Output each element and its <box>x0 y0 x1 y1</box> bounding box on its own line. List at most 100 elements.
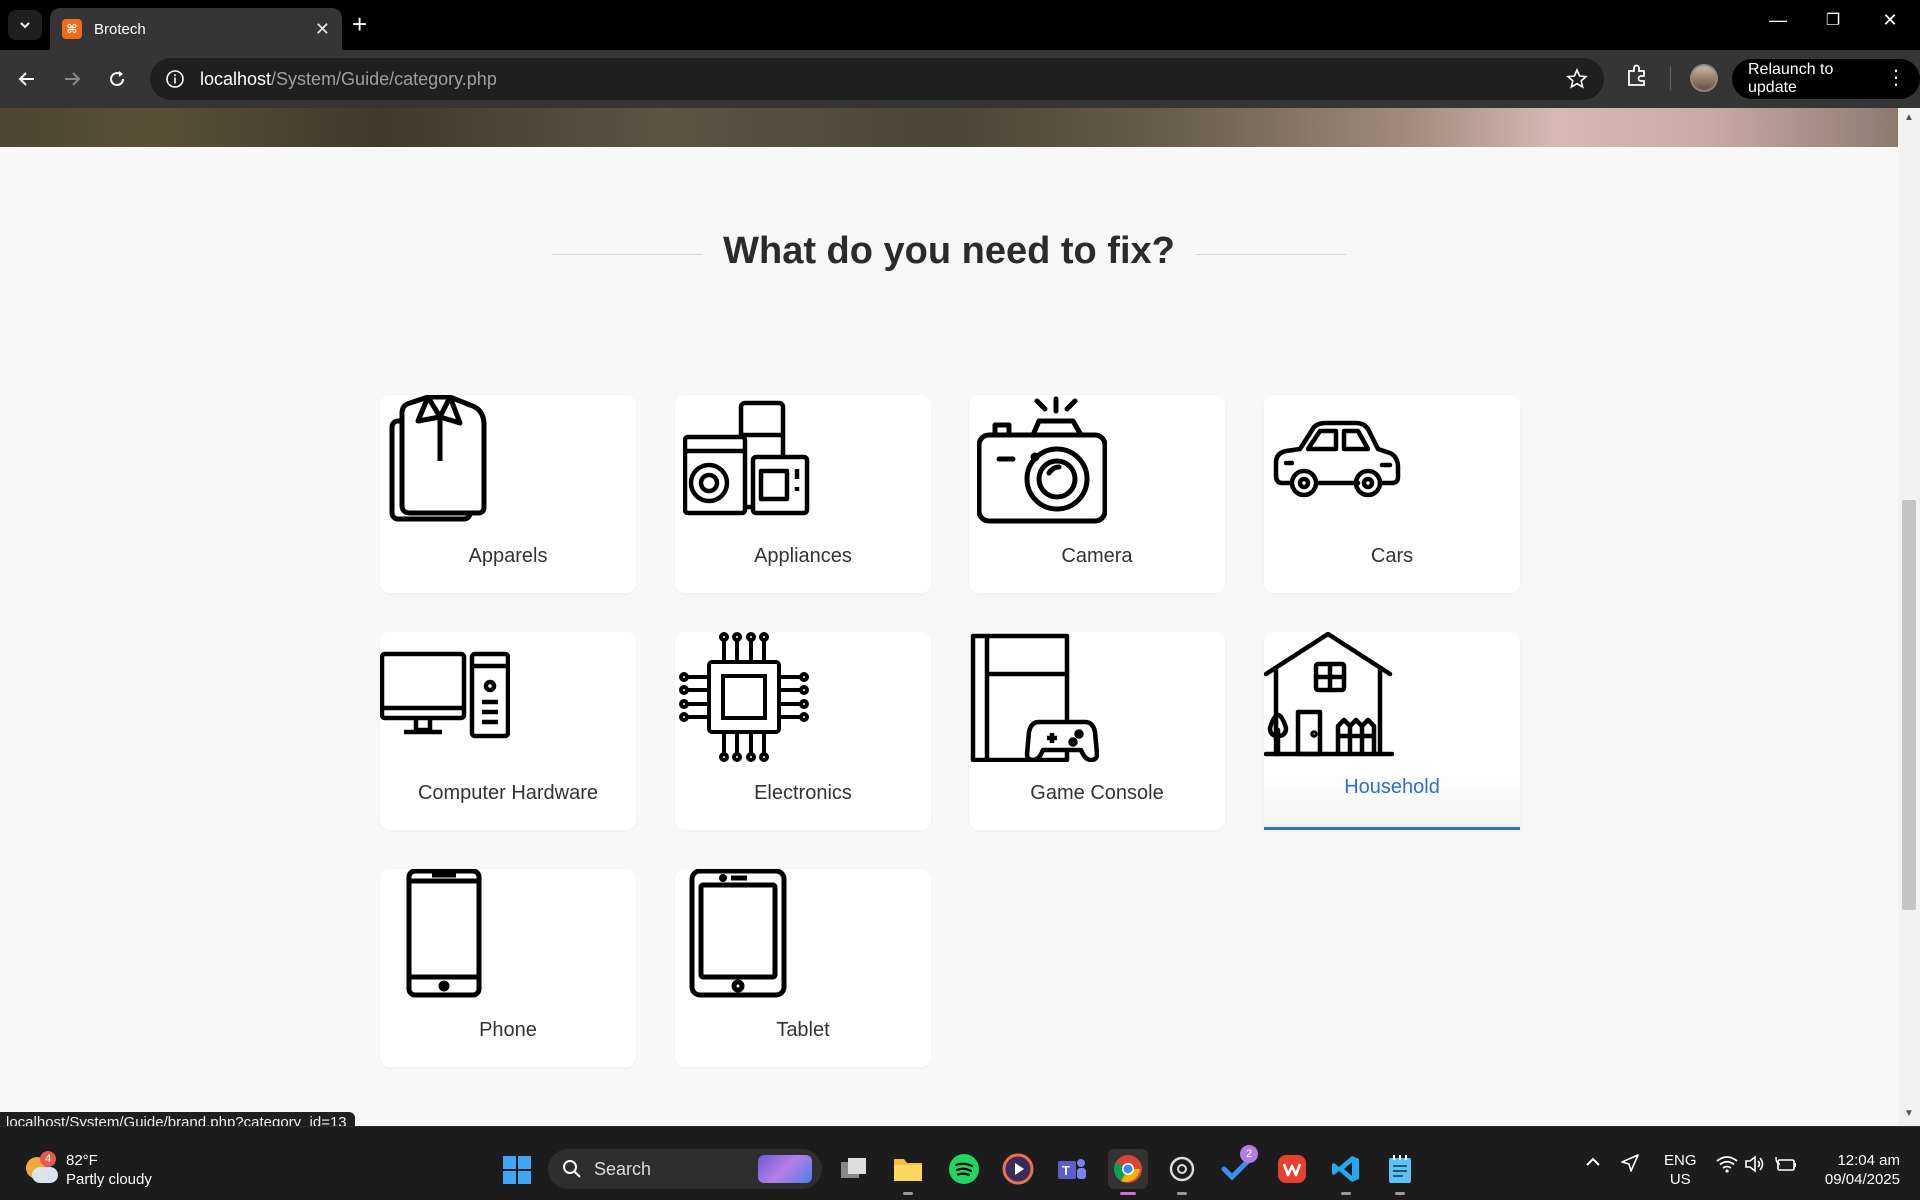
category-card-apparels[interactable]: Apparels <box>380 395 636 593</box>
back-button[interactable] <box>12 64 42 94</box>
arrow-right-icon <box>65 72 81 86</box>
tab-search-button[interactable] <box>8 10 42 40</box>
new-tab-button[interactable]: + <box>352 11 367 37</box>
reload-icon <box>110 71 125 87</box>
category-card-household[interactable]: Household <box>1264 632 1520 830</box>
url-text: localhost/System/Guide/category.php <box>200 69 497 90</box>
category-label: Phone <box>479 1019 537 1041</box>
media-player-app[interactable] <box>998 1149 1038 1189</box>
spotify-app[interactable] <box>944 1149 984 1189</box>
scrollbar-thumb[interactable] <box>1902 500 1916 910</box>
weather-badge: 4 <box>40 1151 56 1167</box>
chatgpt-app[interactable] <box>1162 1149 1202 1195</box>
todo-badge: 2 <box>1240 1145 1258 1163</box>
puzzle-icon <box>1628 64 1645 86</box>
section-heading-wrap: What do you need to fix? <box>0 230 1898 273</box>
browser-tab-active[interactable]: ⌘ Brotech ✕ <box>50 8 342 50</box>
category-label: Tablet <box>776 1019 830 1041</box>
url-path: /System/Guide/category.php <box>271 68 497 89</box>
page-scrollbar[interactable]: ▲ ▼ <box>1898 108 1920 1126</box>
tab-title: Brotech <box>94 20 146 38</box>
system-clock[interactable]: 12:04 am 09/04/2025 <box>1812 1151 1900 1189</box>
close-window-button[interactable]: ✕ <box>1870 10 1910 31</box>
clock-time: 12:04 am <box>1837 1152 1900 1169</box>
address-bar[interactable]: localhost/System/Guide/category.php <box>150 58 1604 100</box>
wps-office-app[interactable] <box>1272 1149 1312 1189</box>
site-info-icon[interactable] <box>164 68 186 90</box>
phone-icon <box>406 869 482 998</box>
desktop-computer-icon <box>380 651 510 739</box>
wps-icon <box>1278 1155 1306 1183</box>
file-explorer-app[interactable] <box>888 1149 928 1195</box>
close-tab-icon[interactable]: ✕ <box>315 19 330 40</box>
category-label: Household <box>1344 776 1440 798</box>
wifi-icon[interactable] <box>1716 1155 1738 1177</box>
volume-icon[interactable] <box>1744 1155 1766 1177</box>
shirt-icon <box>389 395 487 522</box>
category-card-game-console[interactable]: Game Console <box>969 632 1225 830</box>
category-card-tablet[interactable]: Tablet <box>675 869 931 1067</box>
clock-date: 09/04/2025 <box>1824 1171 1900 1188</box>
scroll-up-icon[interactable]: ▲ <box>1904 112 1914 123</box>
bookmark-star-icon[interactable] <box>1566 67 1588 95</box>
category-card-phone[interactable]: Phone <box>380 869 636 1067</box>
start-button[interactable] <box>502 1155 532 1190</box>
section-heading: What do you need to fix? <box>723 230 1175 272</box>
category-label: Electronics <box>754 782 852 804</box>
category-label: Computer Hardware <box>417 782 599 804</box>
browser-tab-bar: ⌘ Brotech ✕ + — ❐ ✕ <box>0 0 1920 50</box>
svg-text:T: T <box>1062 1163 1070 1178</box>
chevron-down-icon <box>20 22 30 29</box>
chip-icon <box>679 632 809 762</box>
category-label: Appliances <box>754 545 852 567</box>
search-label: Search <box>594 1158 652 1179</box>
site-favicon-icon: ⌘ <box>62 19 82 39</box>
restore-button[interactable]: ❐ <box>1813 10 1853 30</box>
location-icon[interactable] <box>1620 1153 1640 1177</box>
windows-logo-icon <box>503 1156 531 1184</box>
notepad-app[interactable] <box>1380 1149 1420 1195</box>
hero-banner-image <box>0 108 1898 147</box>
show-hidden-icons-chevron-icon[interactable] <box>1584 1153 1602 1175</box>
relaunch-label: Relaunch to update <box>1748 61 1834 96</box>
scroll-down-icon[interactable]: ▼ <box>1904 1108 1914 1119</box>
forward-button[interactable] <box>57 64 87 94</box>
chrome-app[interactable] <box>1108 1149 1148 1195</box>
spotify-icon <box>949 1154 979 1184</box>
category-card-cars[interactable]: Cars <box>1264 395 1520 593</box>
url-host: localhost <box>200 68 272 89</box>
category-card-computer-hardware[interactable]: Computer Hardware <box>380 632 636 830</box>
vscode-icon <box>1332 1156 1359 1182</box>
input-language-indicator[interactable]: ENG US <box>1664 1151 1697 1189</box>
task-view-button[interactable] <box>834 1149 874 1189</box>
extensions-button[interactable] <box>1624 63 1650 94</box>
link-status-bar: localhost/System/Guide/brand.php?categor… <box>0 1112 355 1126</box>
category-card-electronics[interactable]: Electronics <box>675 632 931 830</box>
notepad-icon <box>1389 1155 1411 1183</box>
chrome-icon <box>1114 1155 1142 1183</box>
search-highlight-image <box>758 1155 812 1183</box>
partly-cloudy-icon: 4 <box>24 1151 58 1185</box>
category-card-appliances[interactable]: Appliances <box>675 395 931 593</box>
toolbar-divider <box>1670 66 1671 90</box>
taskbar-search-box[interactable]: Search <box>548 1149 822 1189</box>
windows-taskbar: 4 82°F Partly cloudy Search T 2 ENG US 1… <box>0 1126 1920 1200</box>
battery-icon[interactable] <box>1774 1155 1798 1177</box>
vscode-app[interactable] <box>1326 1149 1366 1195</box>
minimize-button[interactable]: — <box>1758 10 1798 31</box>
category-label: Camera <box>1061 545 1133 567</box>
category-label: Apparels <box>468 545 548 567</box>
weather-widget[interactable]: 4 82°F Partly cloudy <box>24 1151 152 1189</box>
teams-app[interactable]: T <box>1052 1149 1092 1189</box>
game-console-icon <box>970 633 1099 762</box>
arrow-left-icon <box>18 72 34 86</box>
reload-button[interactable] <box>102 64 132 94</box>
openai-icon <box>1169 1156 1195 1182</box>
relaunch-update-button[interactable]: Relaunch to update ⋮ <box>1732 59 1920 99</box>
more-menu-icon[interactable]: ⋮ <box>1886 68 1906 88</box>
car-icon <box>1273 420 1401 498</box>
task-view-icon <box>841 1158 866 1178</box>
profile-avatar[interactable] <box>1690 64 1718 92</box>
category-card-camera[interactable]: Camera <box>969 395 1225 593</box>
todo-app[interactable]: 2 <box>1216 1145 1258 1189</box>
